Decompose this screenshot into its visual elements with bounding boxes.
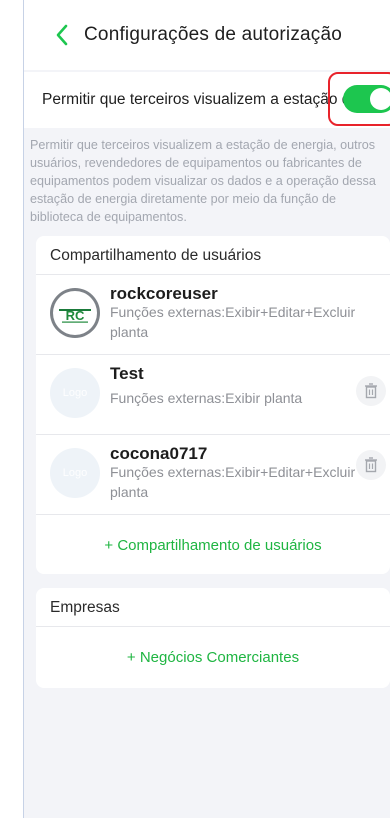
user-name: rockcoreuser — [110, 284, 218, 303]
companies-card: Empresas + Negócios Comerciantes — [36, 588, 390, 688]
avatar: Logo — [50, 448, 100, 498]
add-merchant-button[interactable]: + Negócios Comerciantes — [36, 648, 390, 668]
avatar-placeholder: Logo — [62, 467, 88, 479]
permission-description: Permitir que terceiros visualizem a esta… — [30, 138, 376, 224]
chevron-left-icon — [56, 24, 68, 46]
user-row[interactable]: Logo Test Funções externas:Exibir planta — [36, 354, 390, 434]
user-name: cocona0717 — [110, 444, 208, 463]
divider — [36, 626, 390, 627]
avatar: RC — [50, 288, 100, 338]
svg-text:RC: RC — [66, 308, 85, 323]
avatar-placeholder: Logo — [62, 387, 88, 399]
left-rail — [0, 0, 24, 818]
avatar: Logo — [50, 368, 100, 418]
user-sharing-title: Compartilhamento de usuários — [50, 247, 262, 264]
page-title: Configurações de autorização — [84, 24, 343, 45]
user-row[interactable]: Logo cocona0717 Funções externas:Exibir+… — [36, 434, 390, 514]
user-functions: Funções externas:Exibir+Editar+Excluir p… — [110, 464, 356, 500]
user-functions: Funções externas:Exibir+Editar+Excluir p… — [110, 304, 356, 340]
header: Configurações de autorização — [24, 0, 390, 70]
authorization-settings-screen: Configurações de autorização Permitir qu… — [24, 0, 390, 818]
user-row[interactable]: RC rockcoreuser Funções externas:Exibir+… — [36, 274, 390, 354]
add-user-sharing-button[interactable]: + Compartilhamento de usuários — [36, 536, 390, 556]
divider — [36, 514, 390, 515]
back-button[interactable] — [50, 22, 74, 48]
user-functions: Funções externas:Exibir planta — [110, 390, 303, 406]
delete-user-button[interactable] — [356, 376, 386, 406]
user-sharing-card: Compartilhamento de usuários RC rockcore… — [36, 236, 390, 574]
trash-icon — [365, 457, 377, 473]
companies-title: Empresas — [50, 599, 120, 616]
rc-logo-icon: RC — [58, 302, 92, 324]
trash-icon — [365, 383, 377, 399]
user-name: Test — [110, 364, 144, 383]
delete-user-button[interactable] — [356, 450, 386, 480]
avatar-logo: RC — [53, 291, 97, 335]
toggle-highlight — [328, 72, 390, 126]
permission-label: Permitir que terceiros visualizem a esta… — [42, 91, 360, 108]
